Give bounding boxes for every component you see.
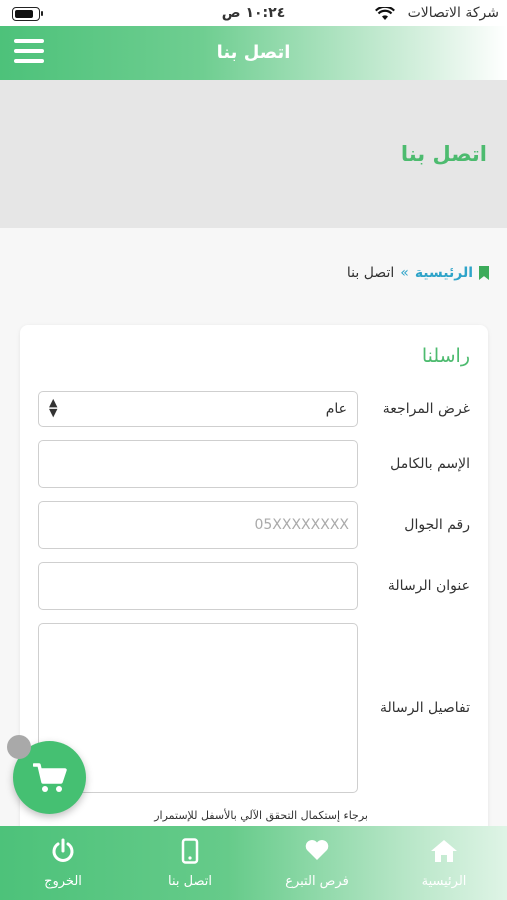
nav-item-contact[interactable]: اتصل بنا bbox=[127, 826, 253, 900]
breadcrumb-home-link[interactable]: الرئيسية bbox=[415, 265, 473, 281]
subject-input[interactable] bbox=[39, 563, 357, 609]
nav-label-logout: الخروج bbox=[44, 874, 82, 889]
header-title: اتصل بنا bbox=[216, 42, 291, 63]
nav-label-home: الرئيسية bbox=[421, 874, 467, 889]
breadcrumb-separator: » bbox=[400, 265, 409, 281]
breadcrumb-current: اتصل بنا bbox=[346, 265, 395, 281]
purpose-select-value: عام bbox=[325, 401, 347, 417]
power-icon bbox=[52, 838, 74, 862]
details-field-box bbox=[38, 623, 361, 796]
carrier-name: شركة الاتصالات bbox=[407, 5, 499, 21]
mobile-label: رقم الجوال bbox=[404, 517, 470, 533]
details-label: تفاصيل الرسالة bbox=[379, 700, 470, 716]
full-name-input[interactable] bbox=[39, 441, 357, 487]
details-textarea[interactable] bbox=[39, 624, 361, 796]
purpose-label: غرض المراجعة bbox=[382, 401, 470, 417]
breadcrumb: الرئيسية » اتصل بنا bbox=[347, 265, 489, 281]
mobile-input[interactable] bbox=[39, 502, 357, 548]
page-banner: اتصل بنا bbox=[0, 80, 507, 228]
mobile-field-box bbox=[38, 501, 358, 549]
wifi-icon bbox=[375, 7, 395, 20]
nav-item-home[interactable]: الرئيسية bbox=[381, 826, 507, 900]
select-arrows-icon: ▲ ▼ bbox=[49, 396, 58, 419]
nav-label-donations: فرص التبرع bbox=[285, 874, 349, 889]
cart-dismiss-dot[interactable] bbox=[7, 735, 31, 759]
form-title: راسلنا bbox=[421, 345, 470, 367]
contact-form-card: راسلنا غرض المراجعة عام ▲ ▼ الإسم بالكامل… bbox=[20, 325, 488, 845]
app-header: اتصل بنا bbox=[0, 26, 507, 80]
page-title: اتصل بنا bbox=[400, 142, 487, 166]
mobile-phone-icon bbox=[181, 838, 199, 864]
purpose-select[interactable]: عام ▲ ▼ bbox=[38, 391, 358, 427]
status-bar: ١٠:٢٤ ص شركة الاتصالات bbox=[0, 0, 507, 28]
bookmark-icon bbox=[479, 266, 489, 280]
bottom-navigation: الخروج اتصل بنا فرص التبرع الرئيسية bbox=[0, 826, 507, 900]
nav-label-contact: اتصل بنا bbox=[168, 874, 212, 889]
full-name-label: الإسم بالكامل bbox=[390, 456, 470, 472]
home-icon bbox=[431, 840, 457, 862]
heart-icon bbox=[305, 840, 329, 860]
shopping-cart-icon bbox=[33, 763, 67, 792]
captcha-note: برجاء إستكمال التحقق الآلي بالأسفل للإست… bbox=[154, 809, 368, 822]
subject-field-box bbox=[38, 562, 358, 610]
subject-label: عنوان الرسالة bbox=[387, 578, 470, 594]
full-name-field-box bbox=[38, 440, 358, 488]
nav-item-donations[interactable]: فرص التبرع bbox=[254, 826, 380, 900]
nav-item-logout[interactable]: الخروج bbox=[0, 826, 126, 900]
